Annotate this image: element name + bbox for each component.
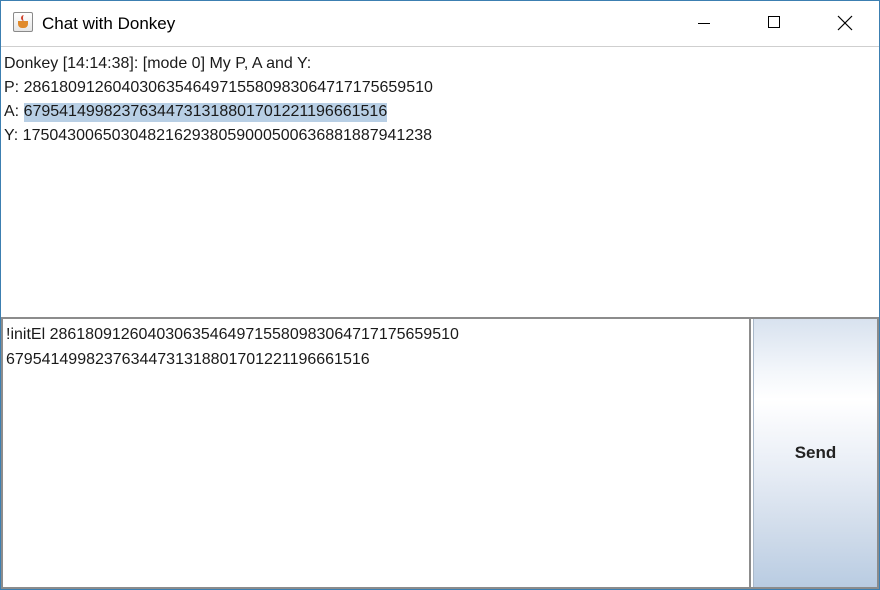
chat-window: Chat with Donkey Donkey [14:14:38]: [mod… <box>0 0 880 590</box>
chat-log-line[interactable]: Y: 1750430065030482162938059000500636881… <box>4 124 879 148</box>
message-input-line[interactable]: !initEl 28618091260403063546497155809830… <box>6 322 749 347</box>
chat-log-line[interactable]: A: 6795414998237634473131880170122119666… <box>4 100 879 124</box>
chat-log[interactable]: Donkey [14:14:38]: [mode 0] My P, A and … <box>1 46 879 316</box>
send-button-label: Send <box>794 443 837 462</box>
selected-text[interactable]: 6795414998237634473131880170122119666151… <box>23 103 388 122</box>
chat-log-line[interactable]: Donkey [14:14:38]: [mode 0] My P, A and … <box>4 52 879 76</box>
title-bar[interactable]: Chat with Donkey <box>1 1 879 46</box>
send-button[interactable]: Send <box>753 319 877 587</box>
maximize-button[interactable] <box>739 1 809 46</box>
minimize-icon <box>698 23 710 24</box>
close-button[interactable] <box>809 1 879 46</box>
input-panel: !initEl 28618091260403063546497155809830… <box>1 317 879 589</box>
close-icon <box>837 15 853 31</box>
java-cup-icon[interactable] <box>13 12 33 32</box>
minimize-button[interactable] <box>669 1 739 46</box>
message-input-line[interactable]: 6795414998237634473131880170122119666151… <box>6 347 749 372</box>
maximize-icon <box>768 16 780 28</box>
message-input[interactable]: !initEl 28618091260403063546497155809830… <box>3 319 751 587</box>
chat-log-prefix[interactable]: A: <box>4 103 24 120</box>
window-title: Chat with Donkey <box>42 14 176 33</box>
chat-log-line[interactable]: P: 2861809126040306354649715580983064717… <box>4 76 879 100</box>
